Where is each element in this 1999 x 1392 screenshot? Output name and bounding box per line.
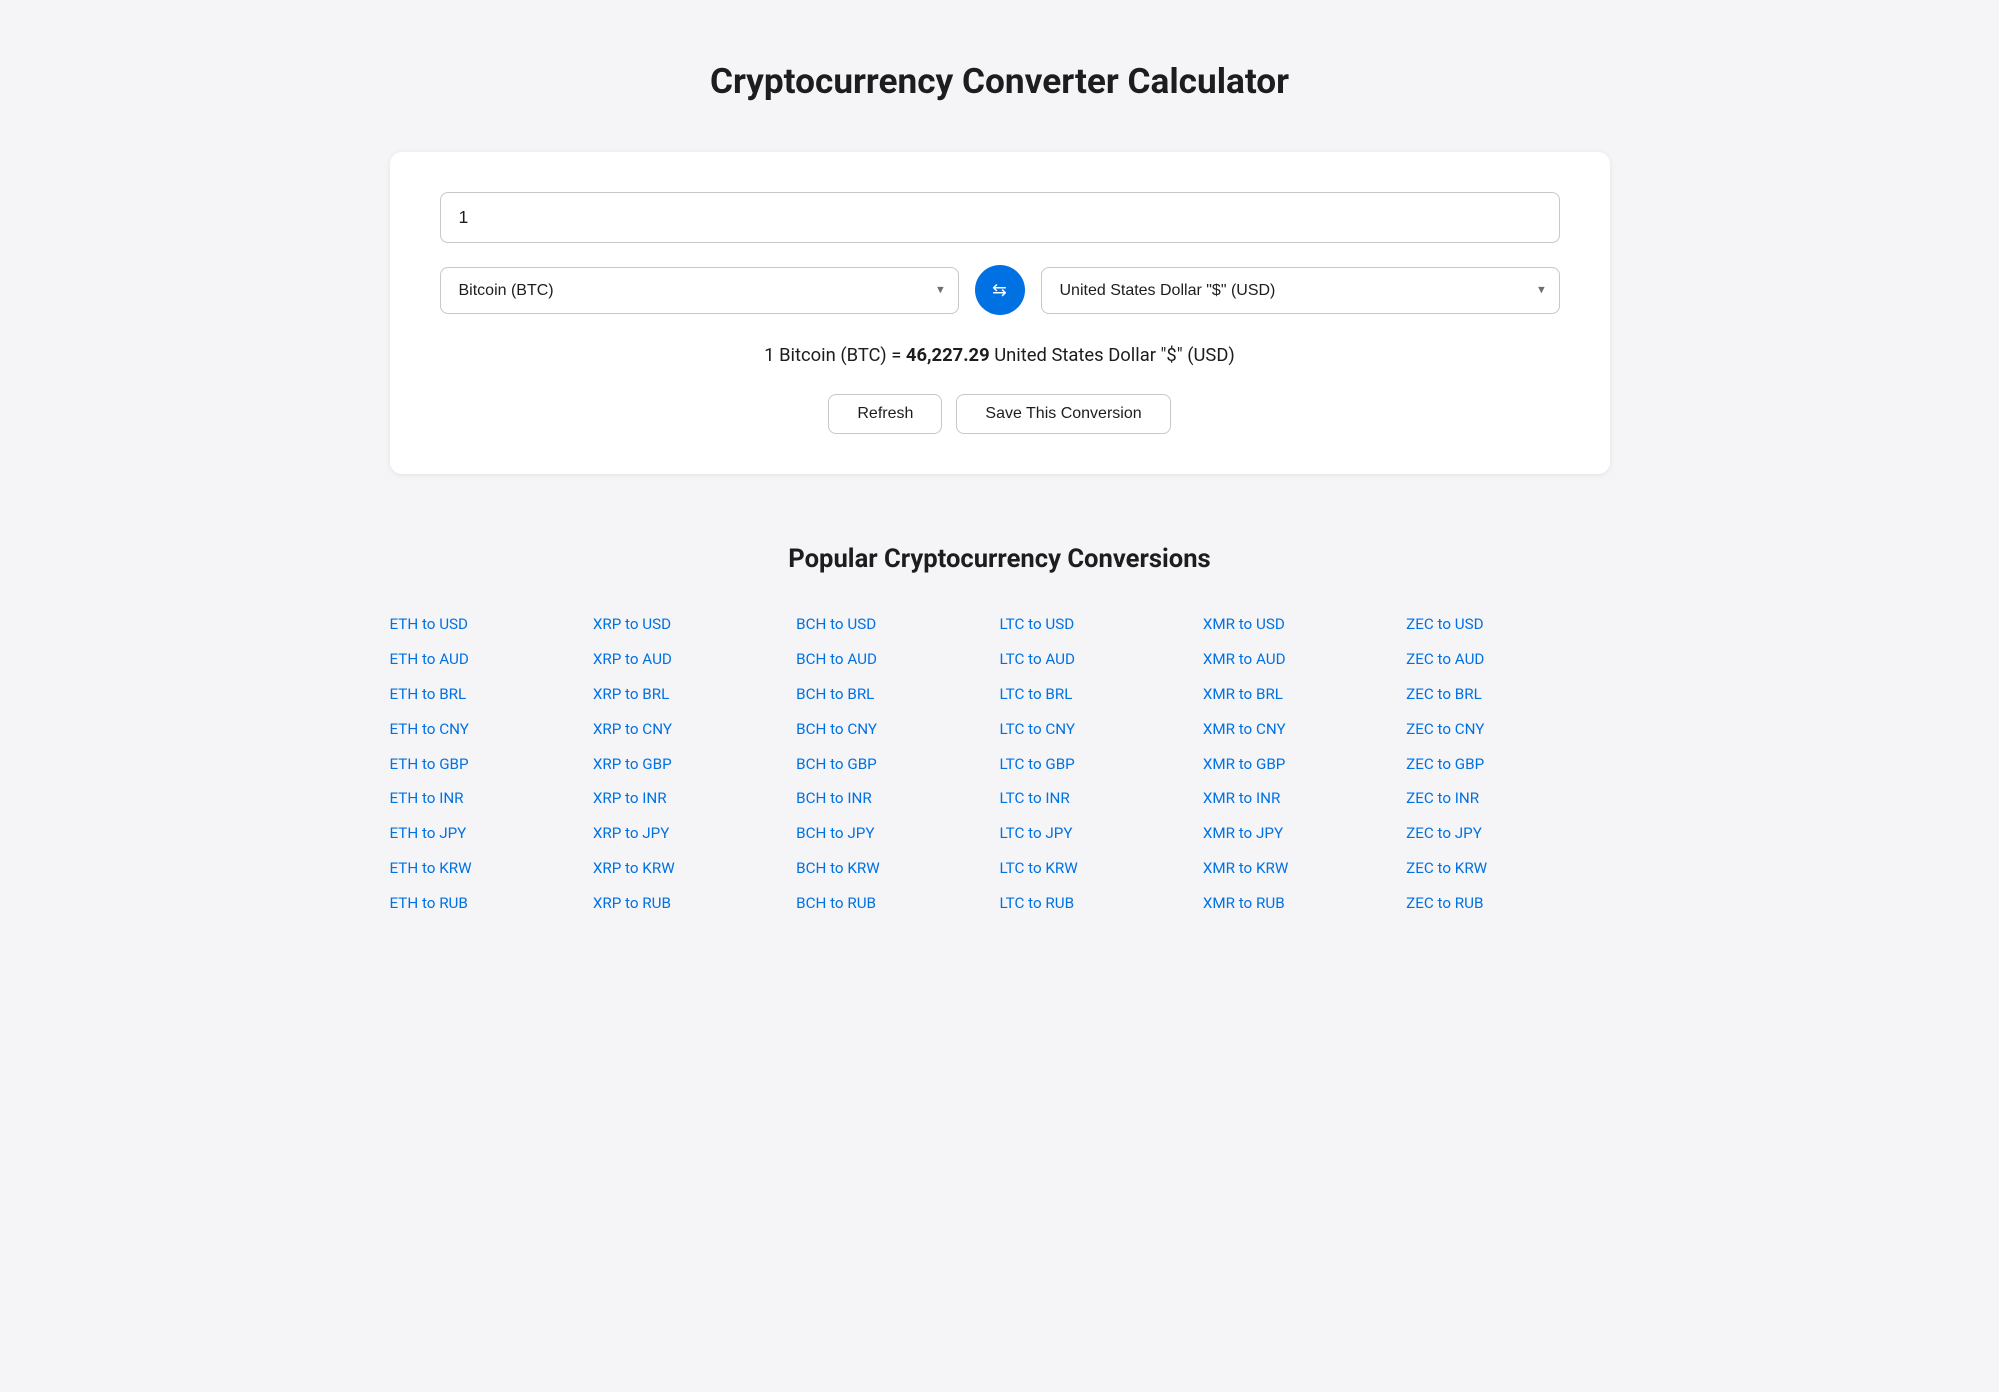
conversion-link-bch-4[interactable]: BCH to GBP — [796, 750, 999, 779]
from-currency-wrapper: Bitcoin (BTC) ▾ — [440, 267, 959, 314]
conversion-link-xrp-1[interactable]: XRP to AUD — [593, 645, 796, 674]
conversion-link-eth-7[interactable]: ETH to KRW — [390, 854, 593, 883]
conversion-link-eth-2[interactable]: ETH to BRL — [390, 680, 593, 709]
result-value: 46,227.29 — [906, 345, 990, 366]
conversion-link-eth-3[interactable]: ETH to CNY — [390, 715, 593, 744]
conversion-link-bch-1[interactable]: BCH to AUD — [796, 645, 999, 674]
swap-button[interactable]: ⇆ — [975, 265, 1025, 315]
conversion-link-xmr-4[interactable]: XMR to GBP — [1203, 750, 1406, 779]
selectors-row: Bitcoin (BTC) ▾ ⇆ United States Dollar "… — [440, 265, 1560, 315]
save-conversion-button[interactable]: Save This Conversion — [956, 394, 1170, 434]
page-title: Cryptocurrency Converter Calculator — [390, 60, 1610, 102]
result-equals: = — [891, 345, 906, 366]
conversion-col-bch: BCH to USD BCH to AUD BCH to BRL BCH to CNY… — [796, 610, 999, 918]
conversion-link-xmr-1[interactable]: XMR to AUD — [1203, 645, 1406, 674]
conversion-link-ltc-2[interactable]: LTC to BRL — [999, 680, 1202, 709]
conversion-link-bch-6[interactable]: BCH to JPY — [796, 819, 999, 848]
conversion-link-xrp-3[interactable]: XRP to CNY — [593, 715, 796, 744]
conversion-link-eth-6[interactable]: ETH to JPY — [390, 819, 593, 848]
conversion-link-ltc-7[interactable]: LTC to KRW — [999, 854, 1202, 883]
conversion-link-zec-3[interactable]: ZEC to CNY — [1406, 715, 1609, 744]
to-currency-select[interactable]: United States Dollar "$" (USD) — [1042, 268, 1559, 313]
conversion-link-xrp-5[interactable]: XRP to INR — [593, 784, 796, 813]
conversion-link-zec-5[interactable]: ZEC to INR — [1406, 784, 1609, 813]
conversion-link-bch-5[interactable]: BCH to INR — [796, 784, 999, 813]
to-currency-wrapper: United States Dollar "$" (USD) ▾ — [1041, 267, 1560, 314]
conversion-link-xmr-7[interactable]: XMR to KRW — [1203, 854, 1406, 883]
converter-card: Bitcoin (BTC) ▾ ⇆ United States Dollar "… — [390, 152, 1610, 474]
conversion-link-xrp-4[interactable]: XRP to GBP — [593, 750, 796, 779]
conversion-link-zec-2[interactable]: ZEC to BRL — [1406, 680, 1609, 709]
conversion-col-zec: ZEC to USD ZEC to AUD ZEC to BRL ZEC to CNY… — [1406, 610, 1609, 918]
conversion-link-ltc-0[interactable]: LTC to USD — [999, 610, 1202, 639]
conversion-link-xrp-6[interactable]: XRP to JPY — [593, 819, 796, 848]
conversion-link-zec-8[interactable]: ZEC to RUB — [1406, 889, 1609, 918]
conversion-link-xmr-8[interactable]: XMR to RUB — [1203, 889, 1406, 918]
conversions-grid: ETH to USD ETH to AUD ETH to BRL ETH to CNY… — [390, 610, 1610, 918]
popular-section: Popular Cryptocurrency Conversions ETH t… — [390, 544, 1610, 918]
conversion-link-ltc-6[interactable]: LTC to JPY — [999, 819, 1202, 848]
result-from-text: 1 Bitcoin (BTC) — [764, 345, 887, 366]
conversion-link-bch-7[interactable]: BCH to KRW — [796, 854, 999, 883]
result-to-text: United States Dollar "$" (USD) — [994, 345, 1235, 366]
conversion-link-zec-7[interactable]: ZEC to KRW — [1406, 854, 1609, 883]
conversion-link-xrp-8[interactable]: XRP to RUB — [593, 889, 796, 918]
conversion-link-eth-5[interactable]: ETH to INR — [390, 784, 593, 813]
action-buttons: Refresh Save This Conversion — [440, 394, 1560, 434]
conversion-link-xmr-0[interactable]: XMR to USD — [1203, 610, 1406, 639]
conversion-link-zec-1[interactable]: ZEC to AUD — [1406, 645, 1609, 674]
conversion-link-eth-8[interactable]: ETH to RUB — [390, 889, 593, 918]
conversion-link-bch-0[interactable]: BCH to USD — [796, 610, 999, 639]
result-row: 1 Bitcoin (BTC) = 46,227.29 United State… — [440, 345, 1560, 366]
conversion-link-ltc-5[interactable]: LTC to INR — [999, 784, 1202, 813]
conversion-link-eth-4[interactable]: ETH to GBP — [390, 750, 593, 779]
conversion-link-ltc-4[interactable]: LTC to GBP — [999, 750, 1202, 779]
refresh-button[interactable]: Refresh — [828, 394, 942, 434]
conversion-link-zec-6[interactable]: ZEC to JPY — [1406, 819, 1609, 848]
conversion-col-eth: ETH to USD ETH to AUD ETH to BRL ETH to CNY… — [390, 610, 593, 918]
conversion-link-ltc-3[interactable]: LTC to CNY — [999, 715, 1202, 744]
conversion-link-bch-2[interactable]: BCH to BRL — [796, 680, 999, 709]
conversion-link-bch-8[interactable]: BCH to RUB — [796, 889, 999, 918]
conversion-link-xmr-2[interactable]: XMR to BRL — [1203, 680, 1406, 709]
conversion-link-zec-4[interactable]: ZEC to GBP — [1406, 750, 1609, 779]
conversion-link-eth-1[interactable]: ETH to AUD — [390, 645, 593, 674]
conversion-col-xrp: XRP to USD XRP to AUD XRP to BRL XRP to CNY… — [593, 610, 796, 918]
conversion-link-xmr-6[interactable]: XMR to JPY — [1203, 819, 1406, 848]
conversion-link-ltc-1[interactable]: LTC to AUD — [999, 645, 1202, 674]
conversion-col-xmr: XMR to USD XMR to AUD XMR to BRL XMR to CNY… — [1203, 610, 1406, 918]
conversion-link-xmr-5[interactable]: XMR to INR — [1203, 784, 1406, 813]
conversion-link-xrp-0[interactable]: XRP to USD — [593, 610, 796, 639]
amount-input[interactable] — [440, 192, 1560, 243]
conversion-link-zec-0[interactable]: ZEC to USD — [1406, 610, 1609, 639]
conversion-link-xrp-2[interactable]: XRP to BRL — [593, 680, 796, 709]
conversion-link-xrp-7[interactable]: XRP to KRW — [593, 854, 796, 883]
popular-title: Popular Cryptocurrency Conversions — [390, 544, 1610, 574]
swap-icon: ⇆ — [992, 280, 1007, 301]
conversion-col-ltc: LTC to USD LTC to AUD LTC to BRL LTC to CNY… — [999, 610, 1202, 918]
conversion-link-xmr-3[interactable]: XMR to CNY — [1203, 715, 1406, 744]
conversion-link-ltc-8[interactable]: LTC to RUB — [999, 889, 1202, 918]
conversion-link-bch-3[interactable]: BCH to CNY — [796, 715, 999, 744]
conversion-link-eth-0[interactable]: ETH to USD — [390, 610, 593, 639]
from-currency-select[interactable]: Bitcoin (BTC) — [441, 268, 958, 313]
